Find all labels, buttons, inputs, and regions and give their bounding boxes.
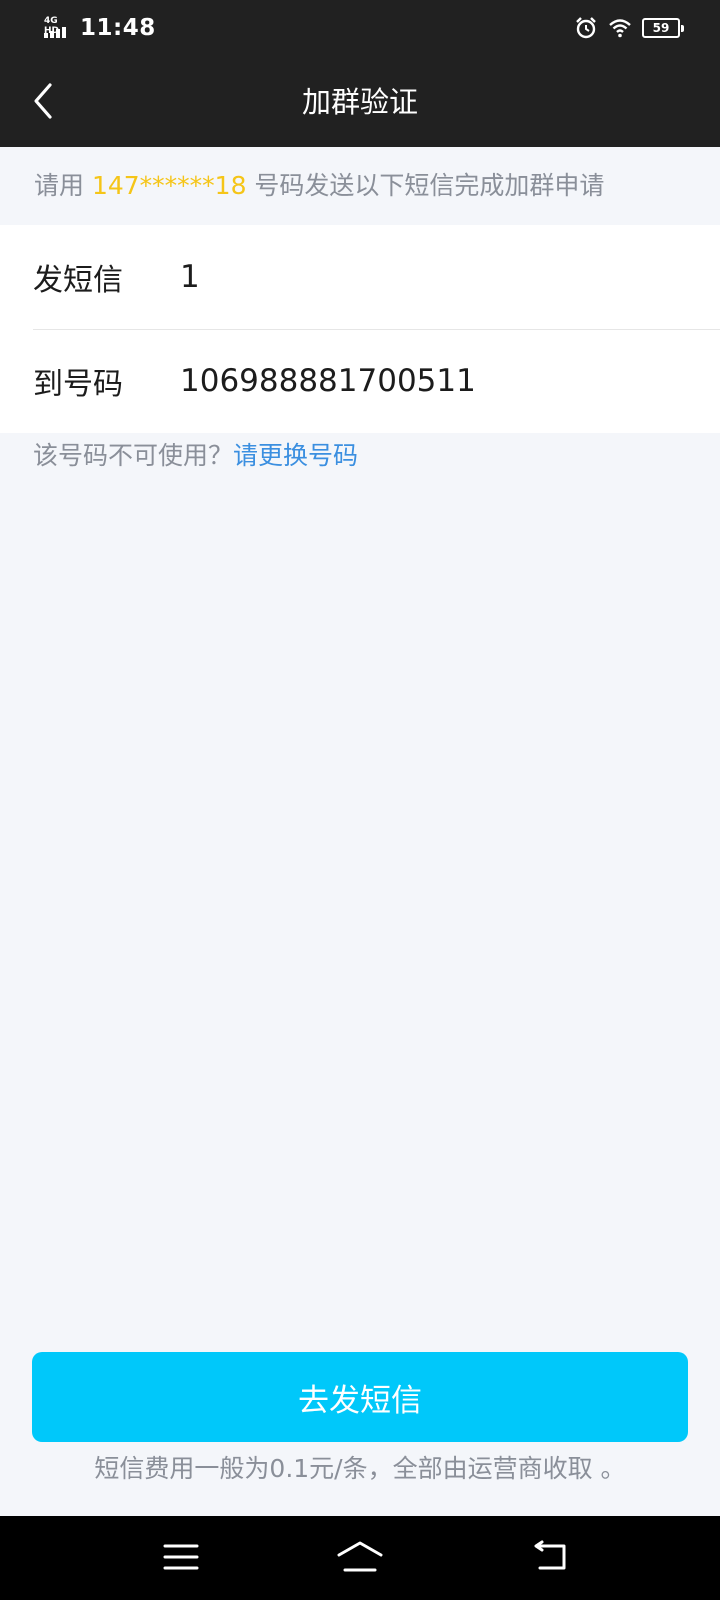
status-right: 59 — [574, 14, 684, 42]
sms-content-label: 发短信 — [33, 263, 123, 298]
send-sms-button[interactable]: 去发短信 — [32, 1352, 688, 1442]
home-button[interactable] — [335, 1534, 385, 1580]
sms-fee-note: 短信费用一般为0.1元/条，全部由运营商收取 。 — [94, 1454, 626, 1483]
masked-phone-number: 147******18 — [91, 171, 247, 200]
nav-bar: 加群验证 — [0, 56, 720, 147]
hint-suffix: 号码发送以下短信完成加群申请 — [246, 171, 605, 200]
hint-text: 请用 147******18 号码发送以下短信完成加群申请 — [0, 147, 720, 225]
number-unavailable-hint: 该号码不可使用？请更换号码 — [33, 436, 358, 476]
return-icon — [534, 1540, 566, 1570]
sms-content-row: 发短信 1 — [0, 225, 720, 329]
battery-icon: 59 — [642, 18, 684, 38]
sms-number-value: 106988881700511 — [180, 363, 476, 399]
wifi-icon — [609, 19, 631, 38]
battery-level: 59 — [652, 21, 670, 35]
menu-icon — [163, 1544, 199, 1570]
change-number-link[interactable]: 请更换号码 — [233, 441, 358, 470]
page-title: 加群验证 — [301, 85, 418, 119]
system-nav-bar — [0, 1516, 720, 1600]
alarm-icon — [576, 17, 596, 39]
status-bar: 4G HD 11:48 59 — [0, 0, 720, 56]
unavailable-question: 该号码不可使用？ — [33, 441, 234, 470]
menu-button[interactable] — [156, 1534, 206, 1580]
cellular-signal-icon: 4G HD — [44, 16, 74, 40]
sms-info-card: 发短信 1 到号码 106988881700511 — [0, 225, 720, 433]
sms-number-label: 到号码 — [33, 367, 123, 402]
status-time: 11:48 — [80, 15, 156, 41]
sms-number-row: 到号码 106988881700511 — [0, 329, 720, 433]
signal-bars — [44, 27, 66, 38]
back-system-button[interactable] — [525, 1534, 575, 1580]
sms-content-value: 1 — [180, 259, 200, 295]
status-left: 4G HD 11:48 — [44, 12, 156, 44]
hint-prefix: 请用 — [34, 171, 92, 200]
home-icon — [337, 1541, 383, 1572]
